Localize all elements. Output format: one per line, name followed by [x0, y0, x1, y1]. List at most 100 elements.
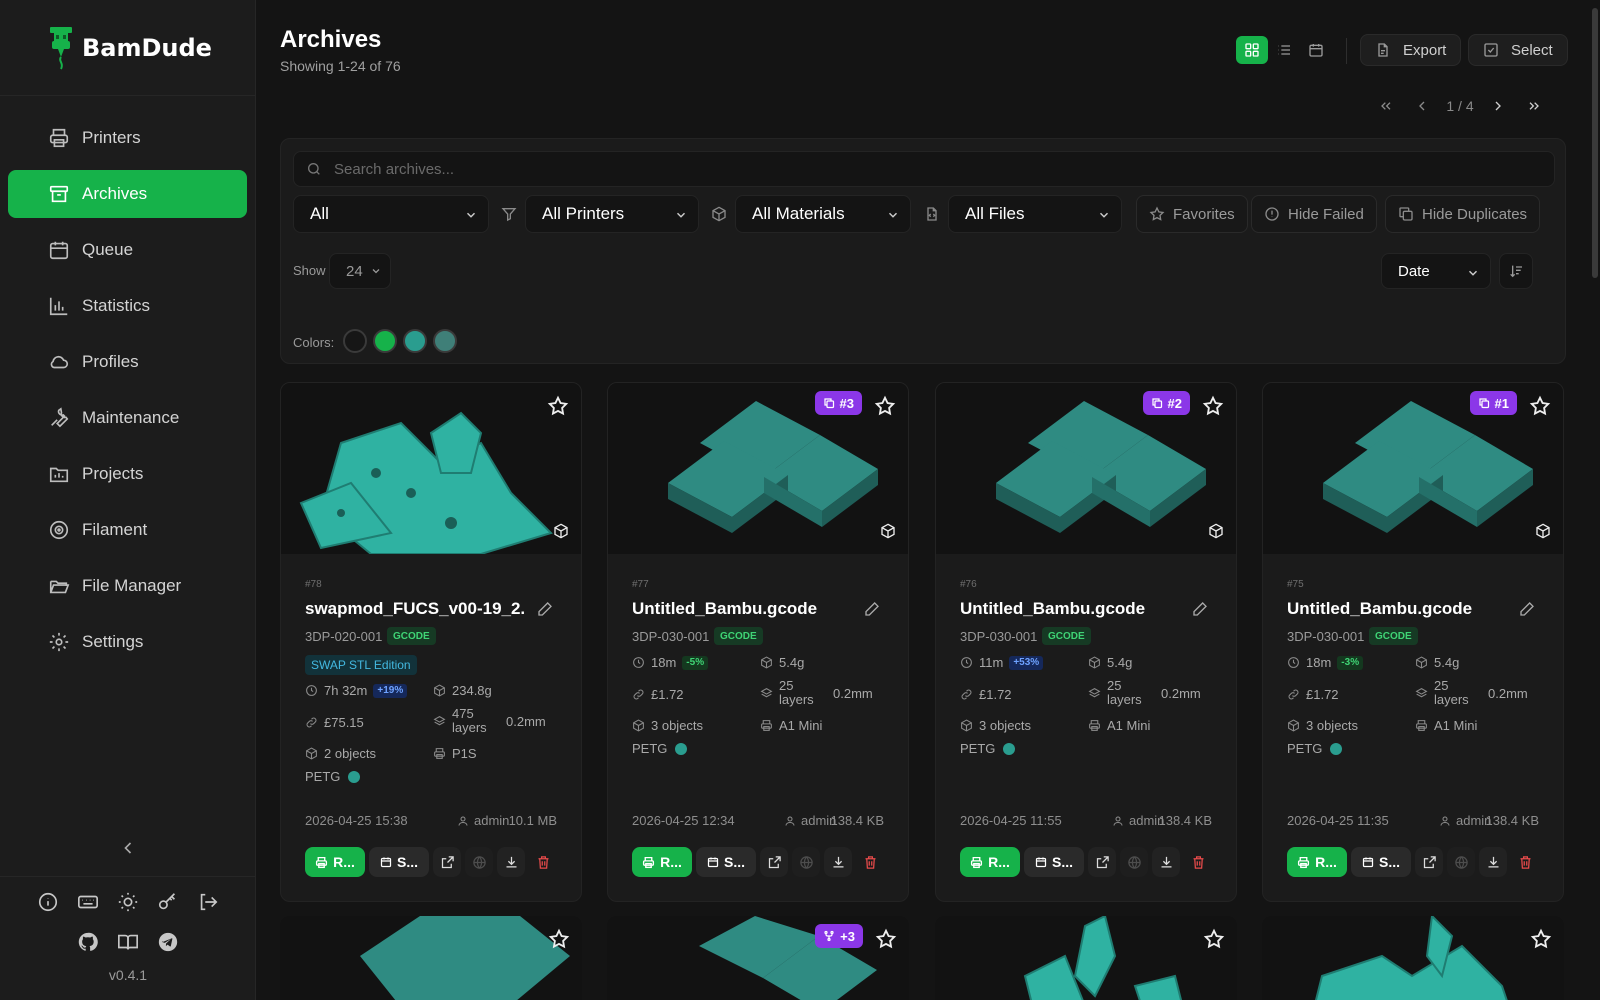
color-swatch[interactable]	[373, 329, 397, 353]
open-external-button[interactable]	[433, 847, 461, 877]
last-page-button[interactable]	[1516, 94, 1552, 118]
select-button[interactable]: Select	[1468, 34, 1568, 66]
sidebar-item-printers[interactable]: Printers	[8, 114, 247, 162]
archive-card[interactable]: #3 #77 Untitled_Bambu.gcode 3DP-030-001 …	[607, 382, 909, 902]
open-external-button[interactable]	[1415, 847, 1443, 877]
sidebar-item-file-manager[interactable]: File Manager	[8, 562, 247, 610]
download-button[interactable]	[824, 847, 852, 877]
printer-select[interactable]: All Printers	[525, 195, 699, 233]
reprint-button[interactable]: R...	[632, 847, 692, 877]
status-select[interactable]: All	[293, 195, 489, 233]
book-icon[interactable]	[117, 931, 139, 953]
favorites-filter-button[interactable]: Favorites	[1136, 195, 1248, 233]
sort-select[interactable]: Date	[1381, 253, 1491, 289]
sidebar-item-maintenance[interactable]: Maintenance	[8, 394, 247, 442]
open-external-button[interactable]	[1088, 847, 1116, 877]
delete-button[interactable]	[529, 847, 557, 877]
list-view-button[interactable]	[1268, 36, 1300, 64]
archive-name[interactable]: swapmod_FUCS_v00-19_2...	[305, 599, 525, 619]
search-input[interactable]	[334, 160, 1534, 178]
model-thumbnail[interactable]	[608, 383, 908, 554]
globe-button[interactable]	[1447, 847, 1475, 877]
edit-icon[interactable]	[537, 601, 553, 617]
github-icon[interactable]	[77, 931, 99, 953]
sidebar-item-statistics[interactable]: Statistics	[8, 282, 247, 330]
sidebar-item-queue[interactable]: Queue	[8, 226, 247, 274]
globe-button[interactable]	[465, 847, 493, 877]
archive-name[interactable]: Untitled_Bambu.gcode	[960, 599, 1180, 619]
color-swatch[interactable]	[403, 329, 427, 353]
color-swatch[interactable]	[433, 329, 457, 353]
telegram-icon[interactable]	[157, 931, 179, 953]
favorite-star-icon[interactable]	[1530, 928, 1552, 950]
3d-view-icon[interactable]	[880, 523, 896, 539]
3d-view-icon[interactable]	[553, 523, 569, 539]
favorite-star-icon[interactable]	[875, 928, 897, 950]
reprint-button[interactable]: R...	[305, 847, 365, 877]
keyboard-icon[interactable]	[77, 891, 99, 913]
page-size-select[interactable]: 24	[329, 253, 391, 289]
file-type-select[interactable]: All Files	[948, 195, 1122, 233]
3d-view-icon[interactable]	[1535, 523, 1551, 539]
archive-name[interactable]: Untitled_Bambu.gcode	[632, 599, 852, 619]
reprint-button[interactable]: R...	[960, 847, 1020, 877]
schedule-button[interactable]: S...	[1351, 847, 1411, 877]
archive-card[interactable]: #2 #76 Untitled_Bambu.gcode 3DP-030-001 …	[935, 382, 1237, 902]
schedule-button[interactable]: S...	[696, 847, 756, 877]
archive-name[interactable]: Untitled_Bambu.gcode	[1287, 599, 1507, 619]
color-swatch[interactable]	[343, 329, 367, 353]
globe-button[interactable]	[792, 847, 820, 877]
material-select[interactable]: All Materials	[735, 195, 911, 233]
3d-view-icon[interactable]	[1208, 523, 1224, 539]
delete-button[interactable]	[856, 847, 884, 877]
calendar-view-button[interactable]	[1300, 36, 1332, 64]
sidebar-item-filament[interactable]: Filament	[8, 506, 247, 554]
archive-card[interactable]	[935, 916, 1237, 1000]
reprint-button[interactable]: R...	[1287, 847, 1347, 877]
logout-icon[interactable]	[197, 891, 219, 913]
favorite-star-icon[interactable]	[874, 395, 896, 417]
edit-icon[interactable]	[1192, 601, 1208, 617]
favorite-star-icon[interactable]	[1202, 395, 1224, 417]
sidebar-item-projects[interactable]: Projects	[8, 450, 247, 498]
prev-page-button[interactable]	[1404, 94, 1440, 118]
sidebar-item-profiles[interactable]: Profiles	[8, 338, 247, 386]
edit-icon[interactable]	[1519, 601, 1535, 617]
info-icon[interactable]	[37, 891, 59, 913]
sidebar-item-settings[interactable]: Settings	[8, 618, 247, 666]
sidebar-item-archives[interactable]: Archives	[8, 170, 247, 218]
key-icon[interactable]	[157, 891, 179, 913]
download-button[interactable]	[497, 847, 525, 877]
export-button[interactable]: Export	[1360, 34, 1462, 66]
edit-icon[interactable]	[864, 601, 880, 617]
next-page-button[interactable]	[1480, 94, 1516, 118]
schedule-button[interactable]: S...	[369, 847, 429, 877]
schedule-button[interactable]: S...	[1024, 847, 1084, 877]
sun-icon[interactable]	[117, 891, 139, 913]
hide-failed-button[interactable]: Hide Failed	[1251, 195, 1377, 233]
download-button[interactable]	[1479, 847, 1507, 877]
model-thumbnail[interactable]	[1263, 383, 1563, 554]
favorite-star-icon[interactable]	[1529, 395, 1551, 417]
open-external-button[interactable]	[760, 847, 788, 877]
collapse-sidebar-icon[interactable]	[118, 838, 138, 858]
favorite-star-icon[interactable]	[548, 928, 570, 950]
sort-direction-button[interactable]	[1499, 253, 1533, 289]
first-page-button[interactable]	[1368, 94, 1404, 118]
favorite-star-icon[interactable]	[547, 395, 569, 417]
archive-card[interactable]: +3	[607, 916, 909, 1000]
archive-card[interactable]	[1262, 916, 1564, 1000]
delete-button[interactable]	[1511, 847, 1539, 877]
archive-card[interactable]	[280, 916, 582, 1000]
app-logo[interactable]: BamDude	[0, 0, 255, 96]
download-button[interactable]	[1152, 847, 1180, 877]
archive-card[interactable]: #1 #75 Untitled_Bambu.gcode 3DP-030-001 …	[1262, 382, 1564, 902]
grid-view-button[interactable]	[1236, 36, 1268, 64]
delete-button[interactable]	[1184, 847, 1212, 877]
scrollbar[interactable]	[1592, 8, 1598, 278]
model-thumbnail[interactable]	[936, 383, 1236, 554]
archive-card[interactable]: #78 swapmod_FUCS_v00-19_2... 3DP-020-001…	[280, 382, 582, 902]
favorite-star-icon[interactable]	[1203, 928, 1225, 950]
hide-duplicates-button[interactable]: Hide Duplicates	[1385, 195, 1541, 233]
globe-button[interactable]	[1120, 847, 1148, 877]
